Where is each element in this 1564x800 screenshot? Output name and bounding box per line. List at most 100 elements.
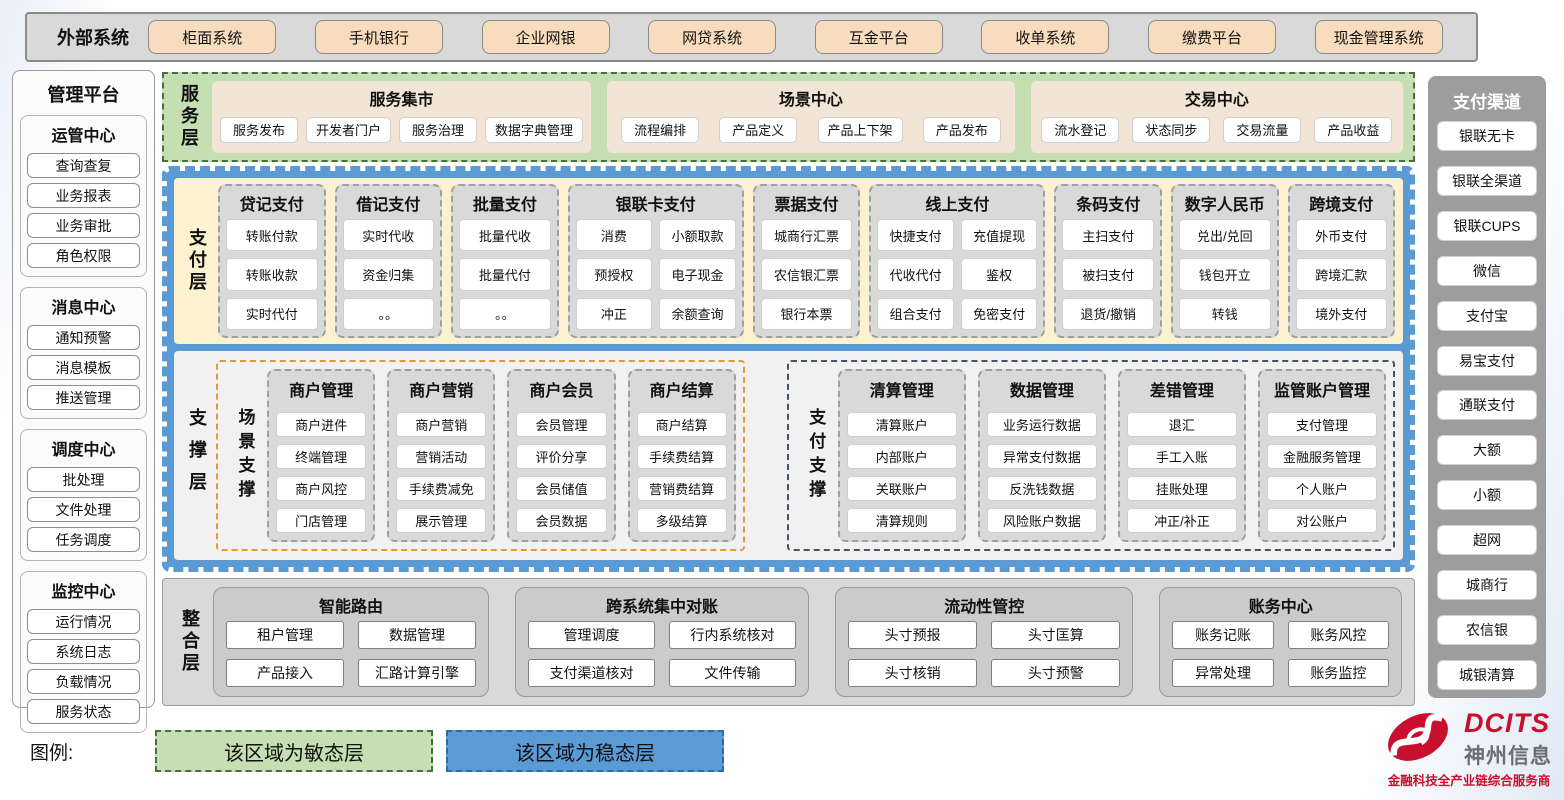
payment-item: 转账付款 xyxy=(226,219,318,251)
integration-item: 账务监控 xyxy=(1288,659,1389,687)
management-item: 系统日志 xyxy=(27,639,140,664)
service-layer: 服务层 服务集市服务发布开发者门户服务治理数据字典管理场景中心流程编排产品定义产… xyxy=(162,72,1415,162)
integration-item: 产品接入 xyxy=(226,659,344,687)
payment-item: 实时代付 xyxy=(226,298,318,330)
integration-groups: 智能路由租户管理数据管理产品接入汇路计算引擎跨系统集中对账管理调度行内系统核对支… xyxy=(213,587,1402,697)
payment-channels-title: 支付渠道 xyxy=(1437,84,1537,121)
management-item: 消息模板 xyxy=(27,355,140,380)
management-group: 调度中心批处理文件处理任务调度 xyxy=(20,429,147,561)
payment-item: 境外支付 xyxy=(1296,298,1388,330)
payment-group: 贷记支付转账付款转账收款实时代付 xyxy=(218,184,326,338)
payment-group-items: 实时代收资金归集。。 xyxy=(343,219,435,330)
support-group: 商户结算商户结算手续费结算营销费结算多级结算 xyxy=(628,369,736,542)
payment-layer: 支付层 贷记支付转账付款转账收款实时代付借记支付实时代收资金归集。。批量支付批量… xyxy=(174,178,1403,344)
management-item: 负载情况 xyxy=(27,669,140,694)
integration-group-items: 头寸预报头寸匡算头寸核销头寸预警 xyxy=(848,621,1120,687)
legend-items: 该区域为敏态层该区域为稳态层 xyxy=(155,730,724,772)
service-group: 服务集市服务发布开发者门户服务治理数据字典管理 xyxy=(212,81,591,153)
payment-group-title: 线上支付 xyxy=(877,189,1037,219)
payment-item: 资金归集 xyxy=(343,258,435,290)
external-system-item: 柜面系统 xyxy=(148,20,276,54)
support-section-label: 支付支撑 xyxy=(796,369,836,542)
legend-agile-box: 该区域为敏态层 xyxy=(155,730,433,772)
service-item: 交易流量 xyxy=(1223,117,1301,143)
support-group-title: 数据管理 xyxy=(987,375,1097,405)
management-item: 通知预警 xyxy=(27,325,140,350)
payment-group-items: 消费小额取款预授权电子现金冲正余额查询 xyxy=(576,219,736,330)
management-group-title: 运管中心 xyxy=(27,120,140,148)
integration-group-items: 管理调度行内系统核对支付渠道核对文件传输 xyxy=(528,621,796,687)
payment-channel-item: 微信 xyxy=(1437,256,1537,286)
service-group-title: 交易中心 xyxy=(1039,84,1395,114)
support-item: 对公账户 xyxy=(1267,508,1377,533)
external-system-item: 企业网银 xyxy=(482,20,610,54)
integration-item: 行内系统核对 xyxy=(669,621,796,649)
payment-item: 。。 xyxy=(343,298,435,330)
support-group-title: 商户营销 xyxy=(396,375,486,405)
external-system-item: 互金平台 xyxy=(815,20,943,54)
service-item: 产品定义 xyxy=(719,117,797,143)
management-item: 批处理 xyxy=(27,467,140,492)
payment-group-title: 借记支付 xyxy=(343,189,435,219)
payment-group: 条码支付主扫支付被扫支付退货/撤销 xyxy=(1054,184,1162,338)
payment-item: 充值提现 xyxy=(961,219,1038,251)
dcits-brand-text: DCITS xyxy=(1464,708,1550,739)
payment-channel-item: 农信银 xyxy=(1437,615,1537,645)
payment-item: 组合支付 xyxy=(877,298,954,330)
payment-item: 快捷支付 xyxy=(877,219,954,251)
payment-group: 票据支付城商行汇票农信银汇票银行本票 xyxy=(753,184,861,338)
payment-channel-item: 超网 xyxy=(1437,525,1537,555)
payment-item: 代收代付 xyxy=(877,258,954,290)
payment-item: 小额取款 xyxy=(659,219,736,251)
service-group: 场景中心流程编排产品定义产品上下架产品发布 xyxy=(607,81,1015,153)
support-item: 异常支付数据 xyxy=(987,444,1097,469)
support-section-label: 场景支撑 xyxy=(225,369,265,542)
external-system-item: 缴费平台 xyxy=(1148,20,1276,54)
payment-group-title: 银联卡支付 xyxy=(576,189,736,219)
external-system-item: 手机银行 xyxy=(315,20,443,54)
service-item: 开发者门户 xyxy=(306,117,391,143)
management-platform-title: 管理平台 xyxy=(20,77,147,115)
integration-item: 账务记账 xyxy=(1172,621,1273,649)
payment-item: 批量代收 xyxy=(459,219,551,251)
integration-group-title: 智能路由 xyxy=(226,591,476,621)
support-group-title: 商户会员 xyxy=(516,375,606,405)
support-item: 个人账户 xyxy=(1267,476,1377,501)
payment-channel-item: 支付宝 xyxy=(1437,301,1537,331)
dcits-swirl-icon xyxy=(1382,706,1454,768)
payment-group-items: 城商行汇票农信银汇票银行本票 xyxy=(761,219,853,330)
external-systems-label: 外部系统 xyxy=(57,24,129,50)
support-group-title: 商户管理 xyxy=(276,375,366,405)
integration-group-title: 账务中心 xyxy=(1172,591,1389,621)
support-item: 支付管理 xyxy=(1267,412,1377,437)
external-system-item: 网贷系统 xyxy=(648,20,776,54)
payment-item: 免密支付 xyxy=(961,298,1038,330)
integration-layer-label: 整合层 xyxy=(175,587,205,697)
support-item: 营销活动 xyxy=(396,444,486,469)
payment-group-title: 票据支付 xyxy=(761,189,853,219)
support-item: 清算规则 xyxy=(847,508,957,533)
support-item: 金融服务管理 xyxy=(1267,444,1377,469)
payment-channel-item: 城银清算 xyxy=(1437,660,1537,690)
support-item: 会员管理 xyxy=(516,412,606,437)
management-item: 文件处理 xyxy=(27,497,140,522)
payment-item: 转账收款 xyxy=(226,258,318,290)
integration-group-items: 账务记账账务风控异常处理账务监控 xyxy=(1172,621,1389,687)
support-section-groups: 商户管理商户进件终端管理商户风控门店管理商户营销商户营销营销活动手续费减免展示管… xyxy=(267,369,736,542)
support-item: 评价分享 xyxy=(516,444,606,469)
payment-item: 。。 xyxy=(459,298,551,330)
support-layer: 支撑层 场景支撑商户管理商户进件终端管理商户风控门店管理商户营销商户营销营销活动… xyxy=(174,351,1403,560)
support-item: 风险账户数据 xyxy=(987,508,1097,533)
integration-item: 汇路计算引擎 xyxy=(358,659,476,687)
integration-group: 智能路由租户管理数据管理产品接入汇路计算引擎 xyxy=(213,587,489,697)
service-item: 流水登记 xyxy=(1041,117,1119,143)
service-group-items: 服务发布开发者门户服务治理数据字典管理 xyxy=(220,114,583,145)
support-layer-label: 支撑层 xyxy=(182,360,212,551)
service-group-items: 流程编排产品定义产品上下架产品发布 xyxy=(615,114,1007,145)
payment-item: 电子现金 xyxy=(659,258,736,290)
support-item: 终端管理 xyxy=(276,444,366,469)
dcits-company-text: 神州信息 xyxy=(1464,740,1552,770)
support-group: 商户管理商户进件终端管理商户风控门店管理 xyxy=(267,369,375,542)
support-item: 业务运行数据 xyxy=(987,412,1097,437)
payment-item: 被扫支付 xyxy=(1062,258,1154,290)
